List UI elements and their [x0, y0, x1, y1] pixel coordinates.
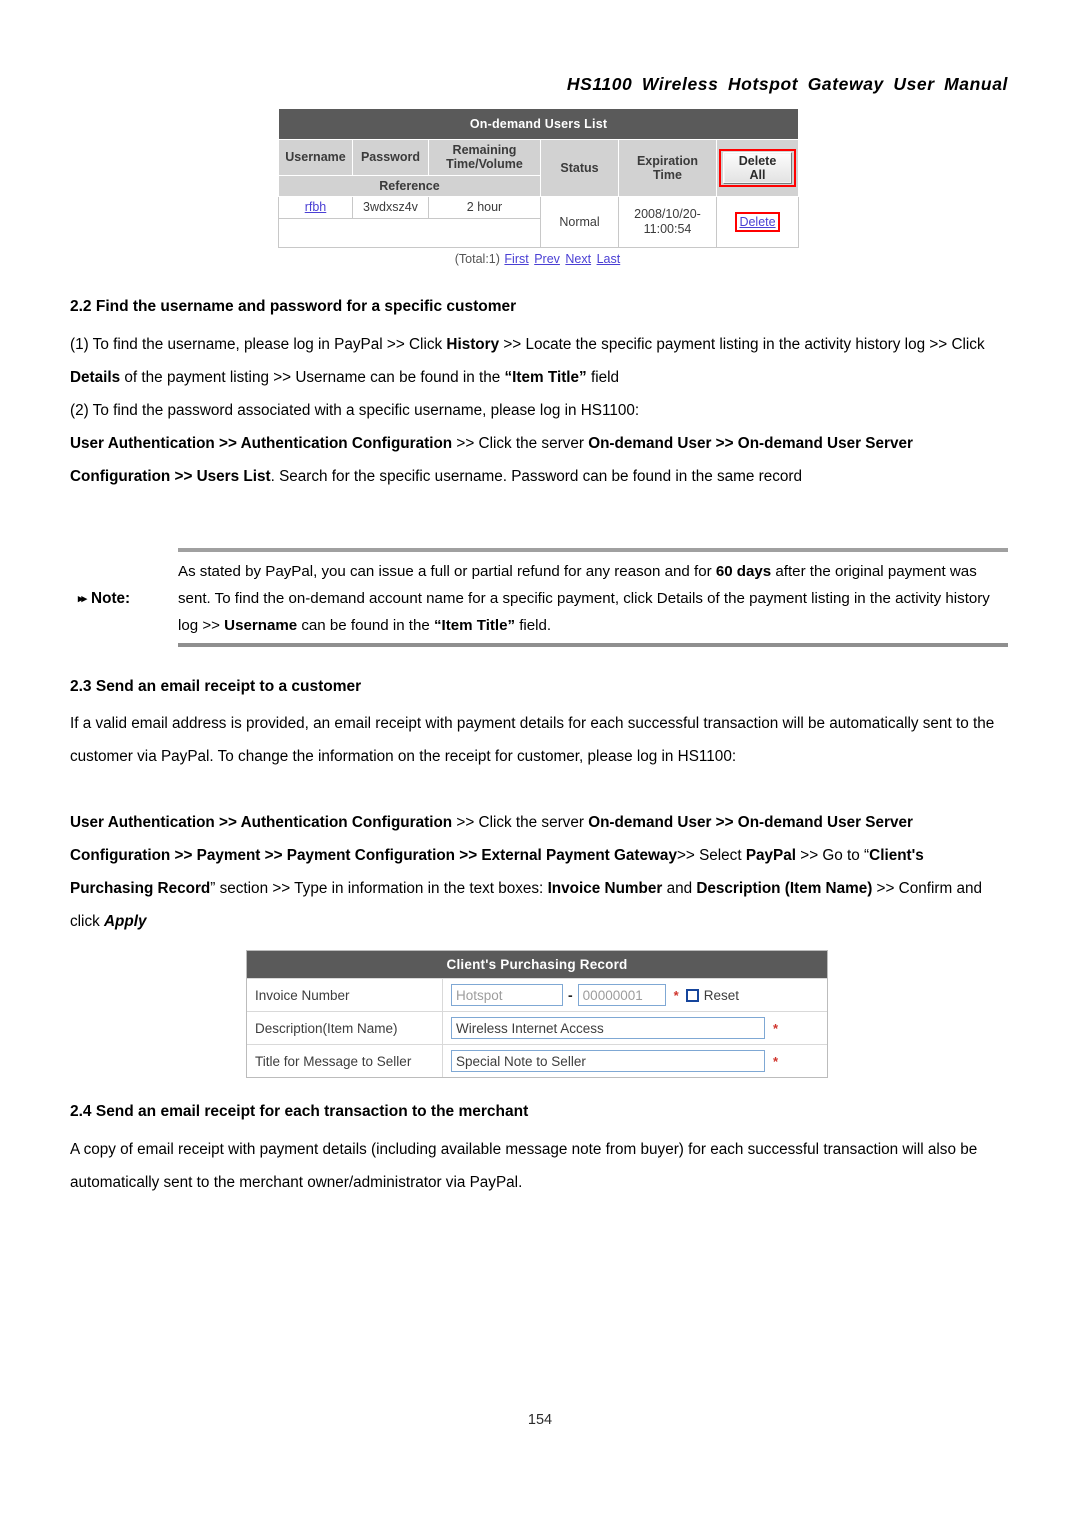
text-run: field.	[515, 617, 552, 634]
paragraph-2-2-step-2: (2) To find the password associated with…	[70, 402, 640, 419]
delete-all-button[interactable]: Delete All	[723, 152, 793, 185]
text-run-bold: Invoice Number	[547, 880, 663, 897]
text-run: >> Go to “	[796, 847, 870, 864]
column-header-reference: Reference	[278, 174, 541, 198]
cpr-label-title-for-message: Title for Message to Seller	[247, 1045, 443, 1077]
description-input[interactable]	[451, 1017, 765, 1039]
double-right-triangle-icon: ▸▸	[78, 592, 87, 605]
column-header-remaining-time-volume: Remaining Time/Volume	[428, 139, 541, 176]
document-page: HS1100 Wireless Hotspot Gateway User Man…	[0, 0, 1080, 1527]
invoice-prefix-input[interactable]	[451, 984, 563, 1006]
text-run: >> Click the server	[452, 435, 589, 452]
username-link[interactable]: rfbh	[305, 200, 327, 214]
column-header-status: Status	[540, 138, 619, 198]
pager-first-link[interactable]: First	[504, 252, 528, 266]
cell-reference	[278, 217, 541, 248]
cpr-row-description: Description(Item Name) *	[247, 1011, 827, 1044]
figure-on-demand-users-list: On-demand Users List Username Password R…	[277, 108, 800, 266]
text-run: ” section >> Type in information in the …	[210, 880, 548, 897]
reset-label: Reset	[703, 987, 740, 1003]
text-run-bold: Details	[70, 369, 121, 386]
cell-expiration: 2008/10/20- 11:00:54	[618, 196, 717, 248]
text-run: (1) To find the username, please log in …	[70, 336, 447, 353]
invoice-number-input[interactable]	[577, 984, 666, 1006]
text-run-bold: PayPal	[745, 847, 797, 864]
required-asterisk-icon: *	[773, 1053, 779, 1069]
paragraph-2-2-step-1: (1) To find the username, please log in …	[70, 328, 1008, 394]
text-run: can be found in the	[297, 617, 434, 634]
pager-prev-link[interactable]: Prev	[534, 252, 560, 266]
title-for-message-input[interactable]	[451, 1050, 765, 1072]
text-run: . Search for the specific username. Pass…	[270, 468, 803, 485]
figure-clients-purchasing-record: Client's Purchasing Record Invoice Numbe…	[246, 950, 828, 1078]
paragraph-2-3-intro: If a valid email address is provided, an…	[70, 715, 995, 765]
text-run: and	[662, 880, 697, 897]
column-header-username: Username	[278, 139, 353, 176]
pager-total: (Total:1)	[454, 251, 500, 266]
cpr-label-invoice-number: Invoice Number	[247, 979, 443, 1011]
paragraph-2-2-path: User Authentication >> Authentication Co…	[70, 427, 1008, 493]
text-run-bold: History	[446, 336, 500, 353]
text-run: >> Click the server	[452, 814, 589, 831]
text-run-bold-italic: Apply	[104, 913, 147, 930]
text-run-bold: Username	[224, 617, 298, 634]
note-bottom-rule	[178, 643, 1008, 647]
paragraph-2-3-path: User Authentication >> Authentication Co…	[70, 806, 1008, 938]
heading-section-2-3: 2.3 Send an email receipt to a customer	[70, 678, 362, 695]
invoice-separator: -	[568, 987, 573, 1003]
expiration-date: 2008/10/20-	[634, 207, 701, 222]
text-run-bold: Description (Item Name)	[696, 880, 873, 897]
page-number: 154	[527, 1412, 553, 1428]
heading-section-2-4: 2.4 Send an email receipt for each trans…	[70, 1103, 529, 1120]
text-run-bold: 60 days	[715, 563, 772, 580]
table-title: On-demand Users List	[277, 108, 800, 140]
required-asterisk-icon: *	[773, 1020, 779, 1036]
text-run-bold: User Authentication >> Authentication Co…	[70, 814, 453, 831]
cpr-row-invoice-number: Invoice Number - * Reset	[247, 978, 827, 1011]
text-run: field	[586, 369, 620, 386]
note-label: ▸▸ Note:	[70, 590, 178, 608]
text-run: As stated by PayPal, you can issue a ful…	[178, 563, 716, 580]
cell-remaining: 2 hour	[428, 196, 541, 219]
required-asterisk-icon: *	[673, 987, 679, 1003]
cpr-row-title-for-message: Title for Message to Seller *	[247, 1044, 827, 1077]
note-body: As stated by PayPal, you can issue a ful…	[178, 558, 1008, 639]
cpr-label-description: Description(Item Name)	[247, 1012, 443, 1044]
cell-password: 3wdxsz4v	[352, 196, 429, 219]
text-run-bold-italic: Details	[656, 590, 703, 607]
text-run: >> Select	[676, 847, 746, 864]
cpr-panel-title: Client's Purchasing Record	[247, 951, 827, 978]
cell-username: rfbh	[278, 196, 353, 219]
text-run-bold: “Item Title”	[433, 617, 516, 634]
delete-all-cell: Delete All	[715, 138, 800, 198]
heading-section-2-2: 2.2 Find the username and password for a…	[70, 298, 517, 315]
reset-checkbox[interactable]	[685, 988, 699, 1002]
pager-next-link[interactable]: Next	[565, 252, 591, 266]
table-pager: (Total:1) First Prev Next Last	[278, 252, 798, 266]
cell-delete: Delete	[715, 196, 800, 248]
note-label-text: Note:	[91, 589, 131, 607]
paragraph-2-4-body: A copy of email receipt with payment det…	[70, 1141, 978, 1191]
text-run: >> Locate the specific payment listing i…	[499, 336, 985, 353]
expiration-time: 11:00:54	[643, 221, 692, 236]
column-header-password: Password	[352, 139, 429, 176]
text-run-bold: “Item Title”	[504, 369, 587, 386]
delete-annotation-box: Delete	[735, 211, 780, 232]
document-running-header: HS1100 Wireless Hotspot Gateway User Man…	[566, 74, 1008, 94]
cell-status: Normal	[540, 196, 619, 248]
delete-all-annotation-box: Delete All	[719, 149, 797, 188]
text-run-bold: User Authentication >> Authentication Co…	[70, 435, 453, 452]
column-header-expiration-time: Expiration Time	[618, 138, 717, 198]
delete-link[interactable]: Delete	[739, 215, 775, 229]
note-callout: ▸▸ Note: As stated by PayPal, you can iss…	[70, 548, 1008, 647]
text-run: of the payment listing >> Username can b…	[120, 369, 505, 386]
pager-last-link[interactable]: Last	[597, 252, 621, 266]
on-demand-users-table: On-demand Users List Username Password R…	[277, 108, 800, 248]
